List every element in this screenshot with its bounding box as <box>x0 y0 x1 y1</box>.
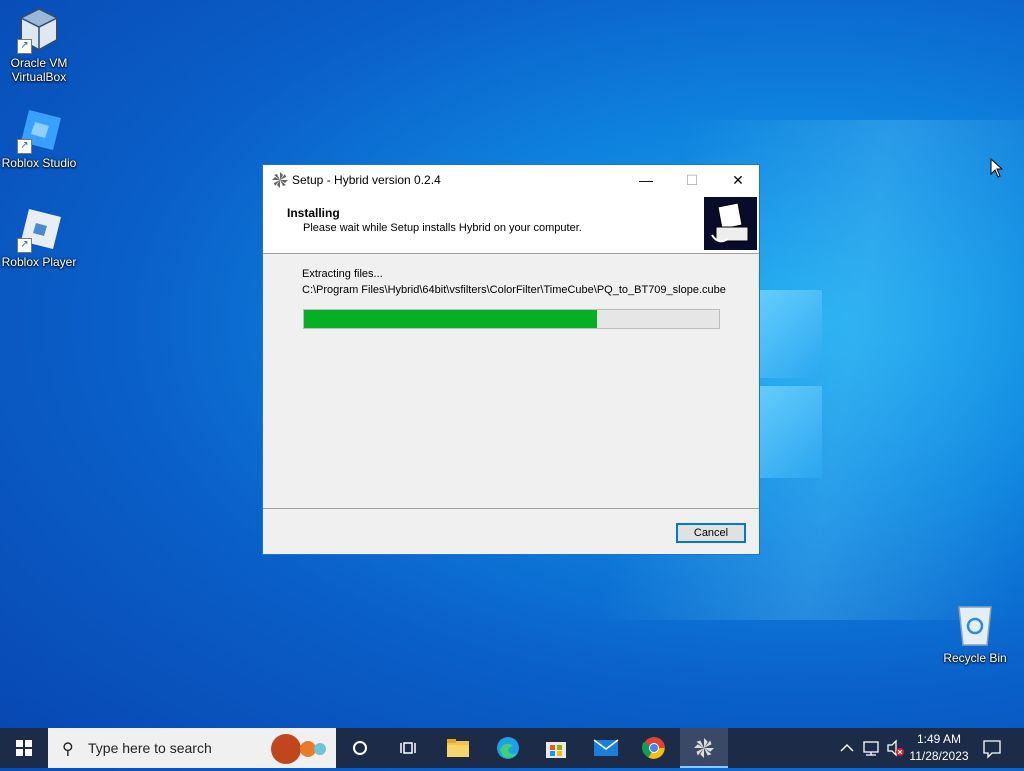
network-button[interactable] <box>860 728 882 768</box>
close-button[interactable]: ✕ <box>715 165 761 195</box>
taskbar-edge[interactable] <box>484 728 532 768</box>
taskbar-store[interactable] <box>532 728 580 768</box>
taskbar: ⚲ Type here to search 1:49 AM 11/28/2023 <box>0 728 1024 768</box>
install-progress-bar <box>303 309 720 329</box>
hybrid-setup-icon <box>694 738 714 758</box>
task-view-button[interactable] <box>384 728 432 768</box>
search-placeholder: Type here to search <box>88 740 212 756</box>
desktop-icon-label: Roblox Studio <box>1 156 77 170</box>
status-text: Extracting files... <box>302 268 383 280</box>
taskbar-file-explorer[interactable] <box>434 728 482 768</box>
taskbar-hybrid-setup[interactable] <box>680 728 728 768</box>
desktop-icon-label: VirtualBox <box>11 70 67 84</box>
divider <box>263 508 759 509</box>
clock-time: 1:49 AM <box>916 732 962 746</box>
file-explorer-icon <box>447 739 469 757</box>
start-button[interactable] <box>0 728 48 768</box>
page-heading: Installing <box>287 206 340 220</box>
hybrid-app-icon <box>272 172 288 188</box>
mouse-cursor-icon <box>990 157 1004 183</box>
desktop-icon-label: Oracle VM <box>10 56 68 70</box>
volume-muted-icon <box>887 739 904 757</box>
store-icon <box>546 742 566 758</box>
search-box[interactable]: ⚲ Type here to search <box>48 728 336 768</box>
maximize-button[interactable]: ☐ <box>669 165 715 195</box>
roblox-player-icon: ↗ <box>15 205 63 253</box>
recycle-bin-icon <box>951 601 999 649</box>
notifications-button[interactable] <box>978 728 1006 768</box>
wizard-body: Extracting files... C:\Program Files\Hyb… <box>263 254 759 508</box>
wizard-header: Installing Please wait while Setup insta… <box>263 195 759 254</box>
mail-icon <box>593 739 619 756</box>
cancel-button[interactable]: Cancel <box>676 523 746 543</box>
desktop-icon-virtualbox[interactable]: ↗ Oracle VM VirtualBox <box>0 6 78 84</box>
volume-button[interactable] <box>884 728 906 768</box>
desktop-icon-roblox-studio[interactable]: ↗ Roblox Studio <box>0 106 78 170</box>
search-icon: ⚲ <box>62 741 74 758</box>
minimize-button[interactable]: — <box>623 165 669 195</box>
taskbar-chrome[interactable] <box>630 728 678 768</box>
page-subheading: Please wait while Setup installs Hybrid … <box>303 222 582 234</box>
setup-dialog: Setup - Hybrid version 0.2.4 — ☐ ✕ Insta… <box>262 164 760 555</box>
desktop-icon-roblox-player[interactable]: ↗ Roblox Player <box>0 205 78 269</box>
chrome-icon <box>642 737 665 759</box>
desktop-icon-label: Recycle Bin <box>943 651 1007 665</box>
current-file-path: C:\Program Files\Hybrid\64bit\vsfilters\… <box>302 284 726 296</box>
progress-fill <box>304 310 597 328</box>
taskbar-mail[interactable] <box>582 728 630 768</box>
clock[interactable]: 1:49 AM 11/28/2023 <box>904 731 974 765</box>
virtualbox-icon: ↗ <box>15 6 63 54</box>
desktop-icon-label: Roblox Player <box>1 255 77 269</box>
network-icon <box>863 741 879 756</box>
search-highlight-icon <box>266 732 332 764</box>
edge-icon <box>497 737 519 759</box>
notification-icon <box>983 740 1001 759</box>
desktop-icon-recycle-bin[interactable]: Recycle Bin <box>936 601 1014 665</box>
start-icon <box>16 740 32 756</box>
dialog-title: Setup - Hybrid version 0.2.4 <box>292 173 441 187</box>
cortana-button[interactable] <box>336 728 384 768</box>
cortana-icon <box>353 741 367 755</box>
wizard-image-icon <box>704 197 757 250</box>
roblox-studio-icon: ↗ <box>15 106 63 154</box>
chevron-up-icon <box>840 743 854 752</box>
title-bar[interactable]: Setup - Hybrid version 0.2.4 — ☐ ✕ <box>263 165 759 195</box>
clock-date: 11/28/2023 <box>909 749 969 763</box>
task-view-icon <box>400 742 416 754</box>
tray-overflow-button[interactable] <box>836 728 858 768</box>
